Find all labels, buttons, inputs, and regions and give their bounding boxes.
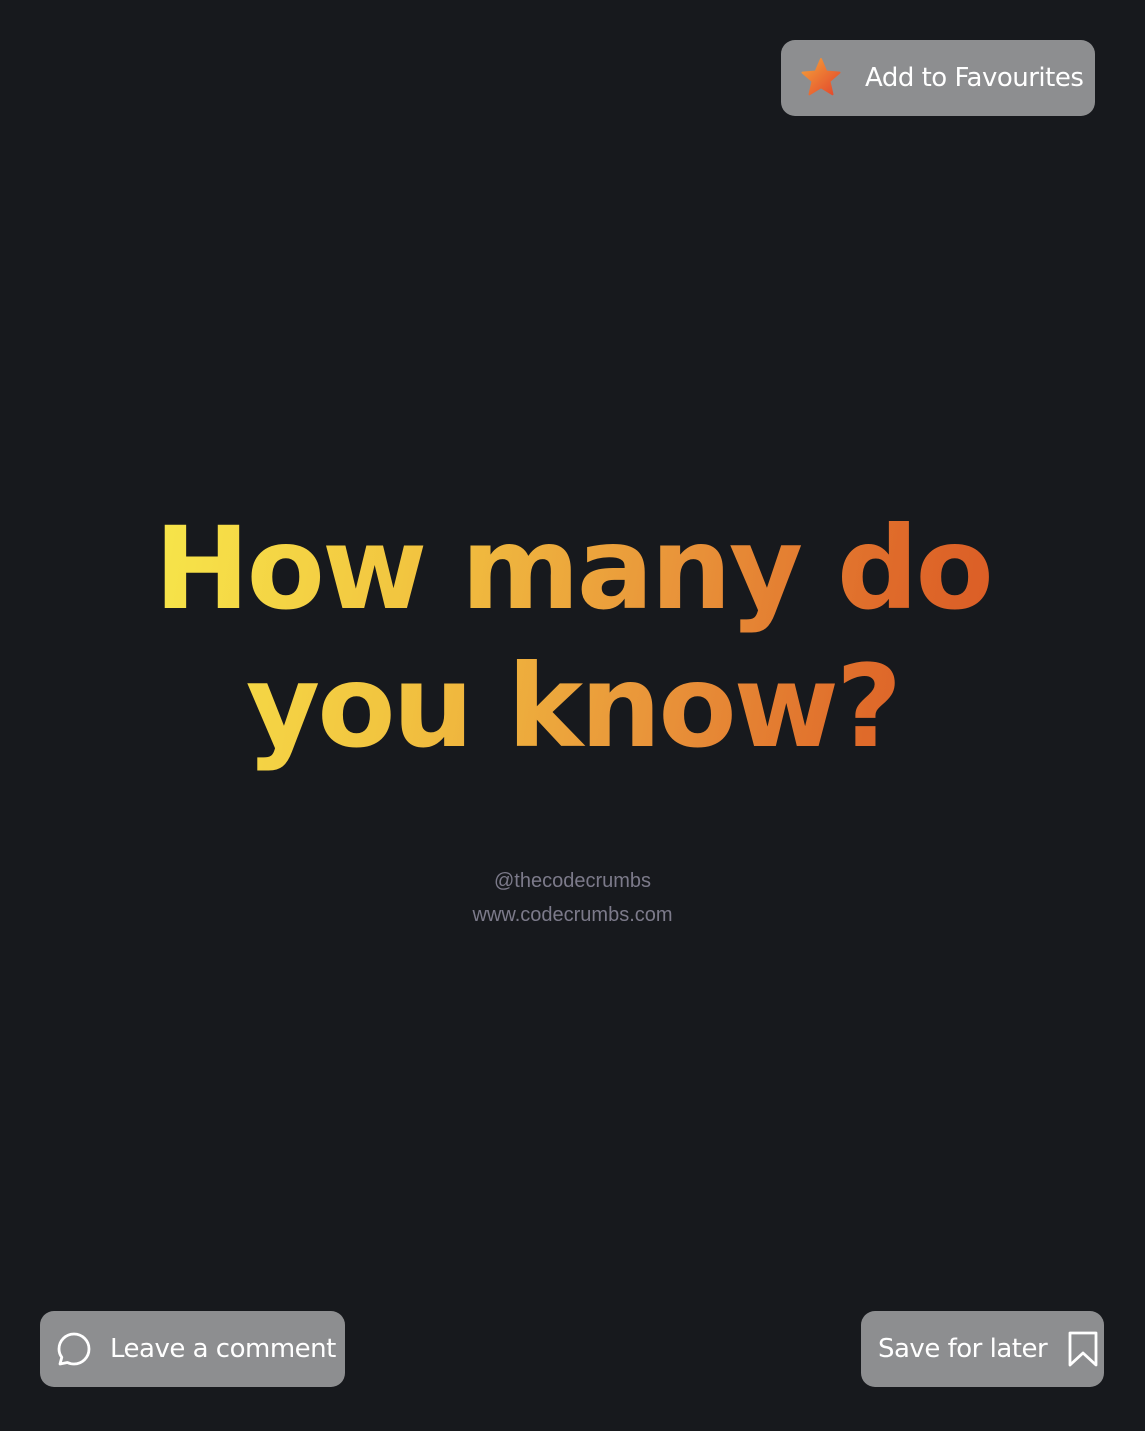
headline: How many do you know?	[0, 500, 1145, 776]
leave-comment-button[interactable]: Leave a comment	[40, 1311, 345, 1387]
add-to-favourites-button[interactable]: Add to Favourites	[781, 40, 1095, 116]
headline-line-1: How many do	[154, 502, 991, 635]
bookmark-icon	[1067, 1331, 1099, 1367]
save-for-later-button[interactable]: Save for later	[861, 1311, 1104, 1387]
website-url: www.codecrumbs.com	[472, 904, 673, 926]
save-for-later-label: Save for later	[878, 1334, 1048, 1364]
speech-bubble-icon	[56, 1331, 92, 1367]
leave-comment-label: Leave a comment	[110, 1334, 336, 1364]
add-to-favourites-label: Add to Favourites	[865, 63, 1084, 93]
headline-text: How many do you know?	[154, 500, 991, 776]
headline-line-2: you know?	[245, 640, 900, 773]
star-icon	[799, 56, 843, 100]
social-handle: @thecodecrumbs	[493, 870, 652, 892]
